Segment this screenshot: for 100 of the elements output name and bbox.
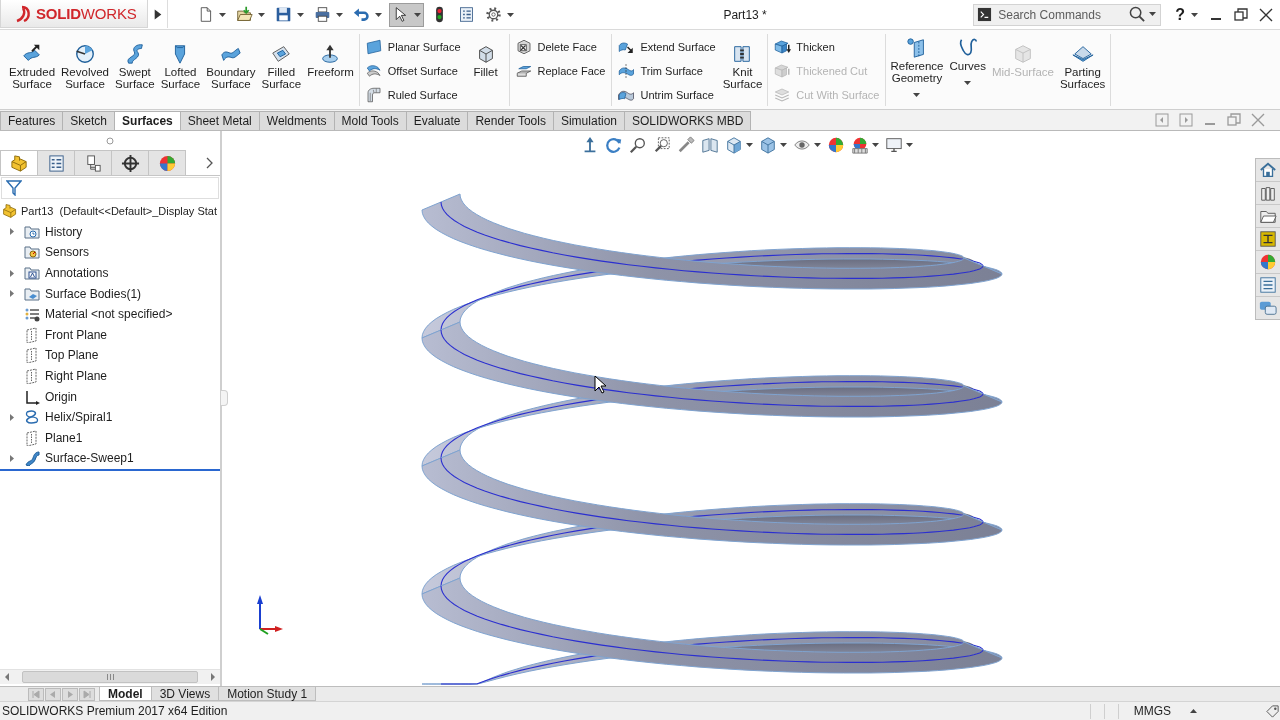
caret-icon[interactable]	[414, 12, 421, 17]
command-button[interactable]: Revolved Surface	[59, 34, 111, 106]
scroll-right-icon[interactable]	[210, 673, 216, 681]
circle-icon[interactable]	[106, 136, 114, 145]
tree-item[interactable]: Part13 (Default<<Default>_Display Stat	[0, 201, 219, 221]
ball-on-floor-icon[interactable]	[851, 136, 869, 154]
caret-icon[interactable]	[746, 143, 753, 147]
scroll-left-icon[interactable]	[4, 673, 10, 681]
expand-arrow-icon[interactable]	[8, 454, 16, 462]
caret-icon[interactable]	[219, 12, 226, 17]
command-tab[interactable]: Features	[0, 111, 64, 130]
view-tab[interactable]: Model	[99, 687, 152, 701]
caret-icon[interactable]	[906, 143, 913, 147]
open-book-icon[interactable]	[701, 136, 719, 154]
command-button[interactable]: Replace Face	[512, 61, 608, 80]
command-button[interactable]: Curves	[947, 34, 988, 106]
command-button[interactable]: Trim Surface	[615, 61, 718, 80]
caret-icon[interactable]	[780, 143, 787, 147]
tree-item[interactable]: Helix/Spiral1	[22, 407, 115, 427]
filter-field[interactable]	[1, 177, 219, 199]
caret-icon[interactable]	[1149, 12, 1157, 16]
caret-icon[interactable]	[872, 143, 879, 147]
command-tab[interactable]: Simulation	[552, 111, 625, 130]
caret-up-icon[interactable]	[1190, 709, 1197, 713]
restore-icon[interactable]	[1233, 6, 1249, 23]
command-tab[interactable]: Sketch	[62, 111, 116, 130]
select-button[interactable]	[389, 2, 424, 27]
quadrant-ball-icon[interactable]	[827, 136, 845, 154]
command-button[interactable]: Knit Surface	[720, 34, 765, 106]
caret-icon[interactable]	[297, 12, 304, 17]
i-beam-tile-icon[interactable]	[1259, 230, 1277, 248]
command-button[interactable]: Parting Surfaces	[1057, 34, 1108, 106]
wand-icon[interactable]	[677, 136, 695, 154]
caret-icon[interactable]	[507, 12, 514, 17]
cube-icon[interactable]	[725, 136, 743, 154]
close-icon[interactable]	[1258, 6, 1274, 23]
command-tab[interactable]: Render Tools	[467, 111, 554, 130]
tree-item[interactable]: Surface-Sweep1	[22, 448, 136, 468]
monitor-icon[interactable]	[885, 136, 903, 154]
caret-icon[interactable]	[336, 12, 343, 17]
command-tab[interactable]: Surfaces	[114, 111, 181, 130]
tree-item[interactable]: Sensors	[22, 243, 92, 262]
tile-left-icon[interactable]	[1154, 112, 1170, 128]
command-tab[interactable]: Weldments	[258, 111, 335, 130]
command-button[interactable]: Reference Geometry	[888, 34, 946, 106]
tree-item[interactable]: Right Plane	[22, 366, 110, 386]
expand-arrow-icon[interactable]	[8, 228, 16, 236]
view-tab[interactable]: Motion Study 1	[218, 687, 317, 701]
command-tab[interactable]: Sheet Metal	[179, 111, 260, 130]
command-button[interactable]: Delete Face	[512, 37, 608, 56]
command-button[interactable]: Planar Surface	[362, 37, 463, 56]
rotate-arrow-icon[interactable]	[605, 136, 623, 154]
tree-item[interactable]: Top Plane	[22, 345, 101, 365]
command-tab[interactable]: SOLIDWORKS MBD	[624, 111, 752, 130]
command-button[interactable]: Boundary Surface	[204, 34, 258, 106]
command-button[interactable]: Extruded Surface	[7, 34, 58, 106]
tree-item[interactable]: Annotations	[22, 263, 111, 283]
help-button[interactable]: ?	[1173, 5, 1187, 24]
command-button[interactable]: Fillet	[465, 34, 506, 106]
caret-icon[interactable]	[814, 143, 821, 147]
command-tab[interactable]: Evaluate	[405, 111, 469, 130]
rollback-bar[interactable]	[0, 468, 220, 471]
view-tab[interactable]: 3D Views	[150, 687, 220, 701]
tile-right-icon[interactable]	[1178, 112, 1194, 128]
magnifier-icon[interactable]	[629, 136, 647, 154]
command-button[interactable]: Filled Surface	[259, 34, 304, 106]
caret-icon[interactable]	[375, 12, 382, 17]
expand-arrow-icon[interactable]	[8, 290, 16, 298]
horizontal-scrollbar[interactable]	[0, 669, 220, 684]
list-icon[interactable]	[1259, 276, 1277, 294]
tree-item[interactable]: Front Plane	[22, 325, 110, 345]
search-field[interactable]: Search Commands	[973, 3, 1162, 26]
command-button[interactable]: Thicken	[771, 37, 882, 56]
command-button[interactable]: Ruled Surface	[362, 85, 463, 104]
shaded-cube-icon[interactable]	[759, 136, 777, 154]
caret-icon[interactable]	[964, 81, 972, 85]
command-button[interactable]: Untrim Surface	[615, 85, 718, 104]
command-button[interactable]: Swept Surface	[113, 34, 157, 106]
tree-item[interactable]: Plane1	[22, 428, 85, 448]
home-icon[interactable]	[1259, 161, 1277, 179]
tag-icon[interactable]	[1265, 703, 1280, 719]
books-icon[interactable]	[1259, 184, 1277, 202]
tree-item[interactable]: Origin	[22, 387, 79, 407]
command-button[interactable]: Extend Surface	[615, 37, 718, 56]
unit-system-button[interactable]: MMGS	[1131, 704, 1199, 718]
scrollbar-thumb[interactable]	[22, 671, 198, 683]
quadrant-ball-icon[interactable]	[1259, 253, 1277, 271]
caret-icon[interactable]	[258, 12, 265, 17]
caret-icon[interactable]	[913, 93, 921, 97]
command-tab[interactable]: Mold Tools	[333, 111, 407, 130]
expand-arrow-icon[interactable]	[8, 269, 16, 277]
chat-bubbles-icon[interactable]	[1259, 299, 1277, 317]
command-button[interactable]: Offset Surface	[362, 61, 463, 80]
tree-item[interactable]: Surface Bodies(1)	[22, 284, 144, 304]
panel-tab[interactable]	[111, 150, 149, 175]
tree-item[interactable]: Material <not specified>	[22, 304, 175, 324]
search-icon[interactable]	[1129, 5, 1147, 23]
chevron-right-icon[interactable]	[205, 156, 214, 169]
caret-icon[interactable]	[1191, 12, 1198, 17]
panel-tab[interactable]	[74, 150, 112, 175]
